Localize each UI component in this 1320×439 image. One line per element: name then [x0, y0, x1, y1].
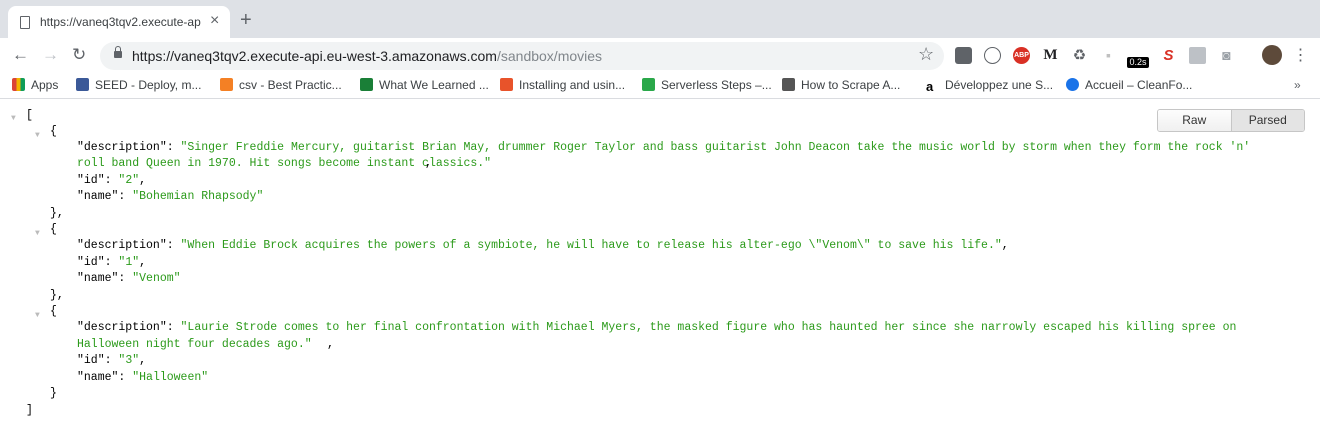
extension-circle-icon[interactable] — [984, 47, 1001, 64]
json-key: "id" — [77, 174, 105, 187]
json-value: "3" — [118, 354, 140, 367]
object-open: { — [50, 223, 57, 236]
s-extension-icon[interactable]: S — [1160, 47, 1177, 64]
json-key: "name" — [77, 272, 119, 285]
json-line-description: "description": "When Eddie Brock acquire… — [77, 239, 1009, 252]
bookmark-label: Accueil – CleanFo... — [1085, 78, 1193, 92]
site-icon — [500, 78, 513, 91]
collapse-triangle-icon[interactable]: ▼ — [35, 128, 40, 144]
amazon-icon: a — [926, 80, 939, 94]
json-value: "Laurie Strode comes to her final confro… — [180, 321, 1237, 334]
url-host: https://vaneq3tqv2.execute-api.eu-west-3… — [132, 48, 497, 64]
bookmark-scrape[interactable]: How to Scrape A... — [782, 78, 900, 92]
bookmark-label: Apps — [31, 78, 59, 92]
site-icon — [782, 78, 795, 91]
bookmark-apps[interactable]: Apps — [12, 78, 58, 92]
json-key: "name" — [77, 371, 119, 384]
json-line-description: "description": "Laurie Strode comes to h… — [77, 321, 1237, 334]
json-key: "description" — [77, 321, 167, 334]
bookmark-what-we-learned[interactable]: What We Learned ... — [360, 78, 489, 92]
forward-icon[interactable]: → — [42, 46, 59, 64]
collapse-triangle-icon[interactable]: ▼ — [35, 308, 40, 324]
json-key: "description" — [77, 141, 167, 154]
array-open: [ — [26, 109, 33, 122]
json-key: "description" — [77, 239, 167, 252]
reload-icon[interactable]: ↻ — [72, 46, 86, 64]
menu-icon[interactable]: ⋮ — [1292, 47, 1309, 64]
json-key: "name" — [77, 190, 119, 203]
medium-icon[interactable]: M — [1042, 47, 1059, 64]
chart-extension-icon[interactable] — [1189, 47, 1206, 64]
view-toggle: Raw Parsed — [1157, 109, 1305, 132]
json-key: "id" — [77, 256, 105, 269]
json-value: "2" — [118, 174, 140, 187]
bookmark-amazon[interactable]: a Développez une S... — [926, 78, 1053, 94]
bookmark-label: How to Scrape A... — [801, 78, 901, 92]
bookmark-label: Développez une S... — [945, 78, 1054, 92]
json-value: "1" — [118, 256, 140, 269]
bookmark-star-icon[interactable]: ☆ — [918, 44, 934, 65]
comma: , — [425, 157, 432, 170]
camera-icon[interactable]: ◙ — [1218, 47, 1235, 64]
seed-icon — [76, 78, 89, 91]
page-icon — [20, 16, 30, 29]
json-value: "Halloween" — [132, 371, 209, 384]
more-bookmarks-icon[interactable]: » — [1294, 78, 1301, 92]
new-tab-icon[interactable]: + — [240, 10, 252, 30]
url-text[interactable]: https://vaneq3tqv2.execute-api.eu-west-3… — [132, 48, 602, 64]
parsed-button[interactable]: Parsed — [1230, 110, 1304, 131]
bookmark-label: Installing and usin... — [519, 78, 626, 92]
json-value: "Venom" — [132, 272, 181, 285]
json-value-continued: Halloween night four decades ago." — [77, 338, 312, 351]
json-value: "When Eddie Brock acquires the powers of… — [180, 239, 1002, 252]
json-line-name: "name": "Bohemian Rhapsody" — [77, 190, 264, 203]
url-path: /sandbox/movies — [496, 48, 603, 64]
object-close: }, — [50, 289, 64, 302]
object-close: }, — [50, 207, 64, 220]
bookmark-seed[interactable]: SEED - Deploy, m... — [76, 78, 201, 92]
json-line-name: "name": "Venom" — [77, 272, 181, 285]
bookmark-serverless[interactable]: Serverless Steps –... — [642, 78, 772, 92]
json-key: "id" — [77, 354, 105, 367]
pocket-icon[interactable] — [955, 47, 972, 64]
tab-title: https://vaneq3tqv2.execute-ap — [40, 15, 201, 29]
bookmark-label: SEED - Deploy, m... — [95, 78, 202, 92]
apps-grid-icon — [12, 78, 25, 91]
raw-button[interactable]: Raw — [1158, 110, 1231, 131]
json-line-id: "id": "2", — [77, 174, 147, 187]
bookmark-cleanfox[interactable]: Accueil – CleanFo... — [1066, 78, 1192, 92]
stackoverflow-icon — [220, 78, 233, 91]
json-line-description: "description": "Singer Freddie Mercury, … — [77, 141, 1251, 154]
bookmark-installing[interactable]: Installing and usin... — [500, 78, 625, 92]
json-line-name: "name": "Halloween" — [77, 371, 209, 384]
collapse-triangle-icon[interactable]: ▼ — [35, 226, 40, 242]
timer-badge[interactable]: 0.2s — [1127, 57, 1149, 68]
collapse-triangle-icon[interactable]: ▼ — [11, 111, 16, 127]
bookmark-label: Serverless Steps –... — [661, 78, 772, 92]
array-close: ] — [26, 404, 33, 417]
adblock-icon[interactable]: ABP — [1013, 47, 1030, 64]
recycle-icon[interactable]: ♻ — [1071, 47, 1088, 64]
json-line-id: "id": "3", — [77, 354, 147, 367]
bookmark-label: csv - Best Practic... — [239, 78, 342, 92]
chat-icon[interactable]: ▪ — [1100, 47, 1117, 64]
close-tab-icon[interactable]: × — [210, 13, 219, 29]
json-line-id: "id": "1", — [77, 256, 147, 269]
bookmark-label: What We Learned ... — [379, 78, 489, 92]
comma: , — [327, 338, 334, 351]
json-value: "Singer Freddie Mercury, guitarist Brian… — [180, 141, 1251, 154]
object-open: { — [50, 305, 57, 318]
site-icon — [360, 78, 373, 91]
json-value: "Bohemian Rhapsody" — [132, 190, 264, 203]
lock-icon — [114, 46, 122, 58]
bookmark-csv[interactable]: csv - Best Practic... — [220, 78, 342, 92]
browser-tab[interactable]: https://vaneq3tqv2.execute-ap × — [8, 6, 230, 38]
cleanfox-icon — [1066, 78, 1079, 91]
avatar[interactable] — [1262, 45, 1282, 65]
object-close: } — [50, 387, 57, 400]
site-icon — [642, 78, 655, 91]
back-icon[interactable]: ← — [12, 46, 29, 64]
object-open: { — [50, 125, 57, 138]
